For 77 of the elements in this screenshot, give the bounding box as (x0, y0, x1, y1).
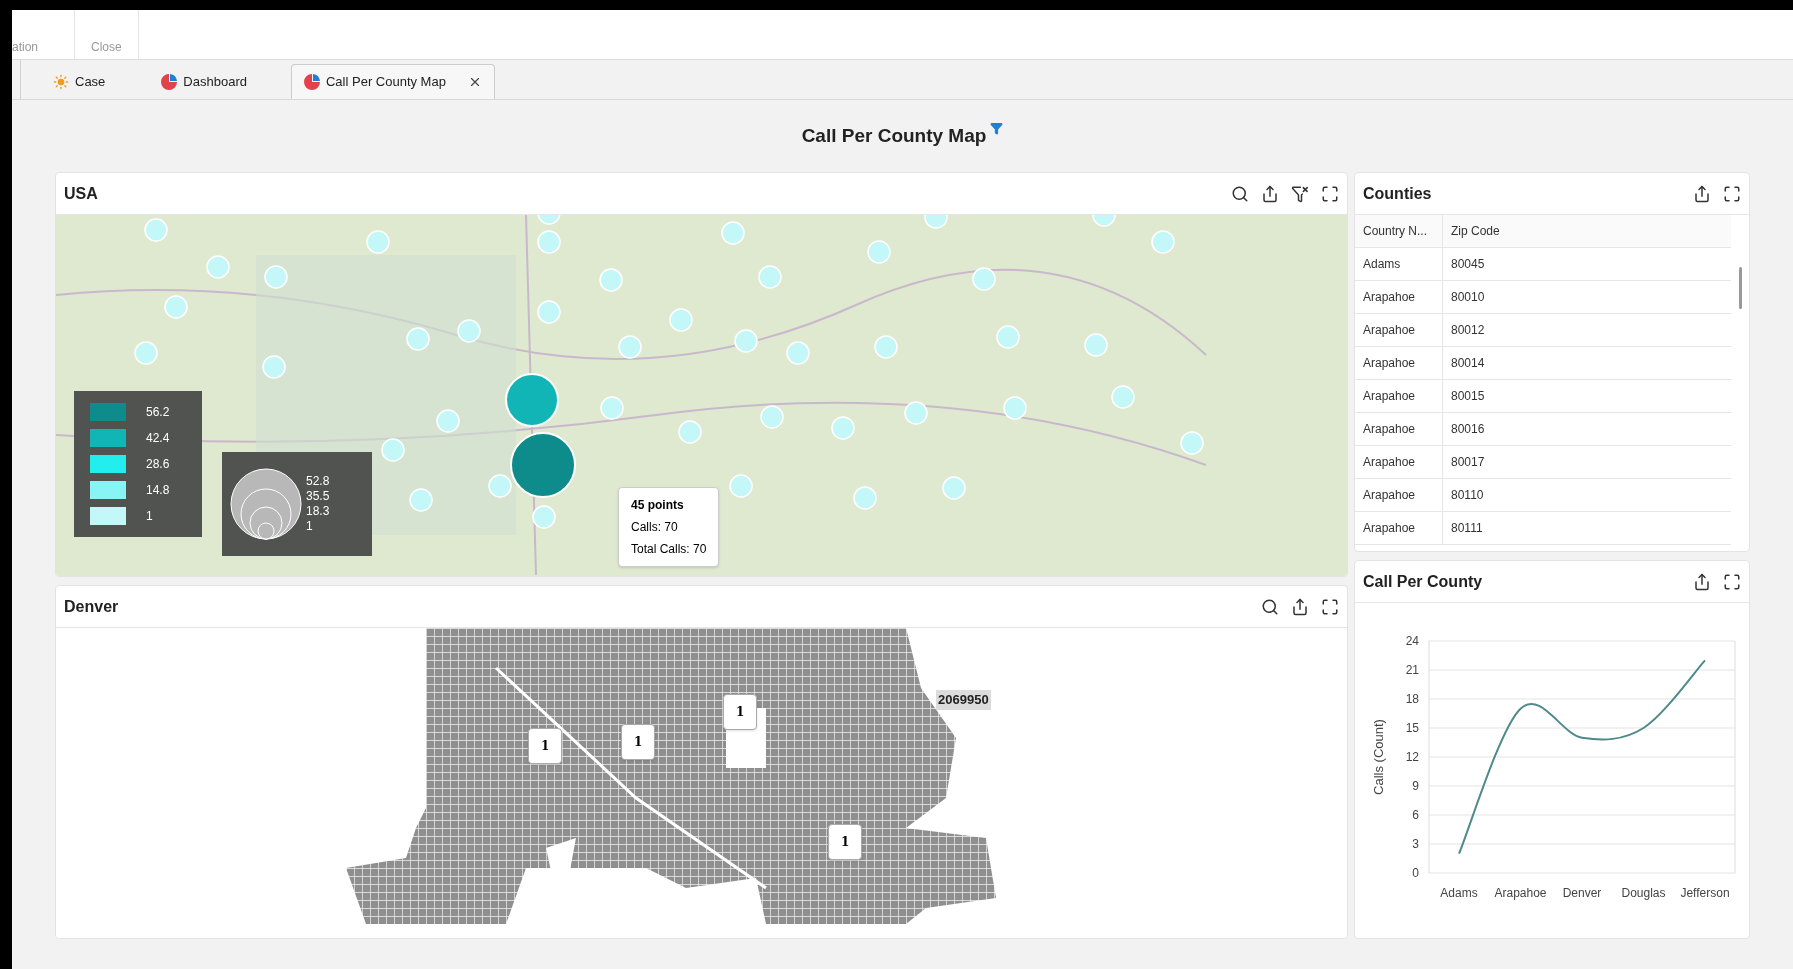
search-icon[interactable] (1231, 184, 1249, 203)
table-cell: Adams (1355, 248, 1443, 280)
tooltip-text: Calls: 70 (631, 519, 679, 536)
table-cell-text: 80015 (1450, 388, 1486, 405)
x-tick-label: Jefferson (1680, 885, 1730, 900)
panel-title: Denver (64, 596, 119, 617)
table-cell: Arapahoe (1355, 512, 1443, 544)
column-header[interactable]: Country N... (1355, 215, 1443, 247)
table-cell-text: 80010 (1450, 289, 1486, 306)
clear-filter-icon[interactable] (1291, 184, 1309, 203)
table-cell-text: 80017 (1450, 454, 1486, 471)
pie-chart-icon (303, 74, 320, 90)
panel-title: USA (64, 183, 98, 204)
legend-value: 14.8 (146, 482, 170, 499)
column-header[interactable]: Zip Code (1443, 215, 1731, 247)
bubble-legend-value: 52.8 (306, 474, 330, 489)
tab[interactable]: Call Per County Map (290, 64, 495, 99)
table-cell: Arapahoe (1355, 281, 1443, 313)
y-tick-label: 21 (1405, 662, 1419, 677)
export-icon[interactable] (1693, 572, 1711, 591)
bubble-legend-value: 18.3 (306, 504, 330, 519)
legend-value: 56.2 (146, 404, 170, 421)
table-cell-text: 80012 (1450, 322, 1486, 339)
table-cell: Arapahoe (1355, 413, 1443, 445)
bubble-legend-value: 35.5 (306, 489, 330, 504)
fullscreen-icon[interactable] (1321, 184, 1339, 203)
y-tick-label: 24 (1405, 633, 1419, 648)
fullscreen-icon[interactable] (1723, 184, 1741, 203)
legend-value: 1 (146, 508, 153, 525)
page-title: Call Per County Map (801, 123, 987, 148)
legend-value: 42.4 (146, 430, 170, 447)
nested-circles-icon (230, 468, 302, 540)
export-icon[interactable] (1261, 184, 1279, 203)
panel-title: Counties (1363, 183, 1432, 204)
export-icon[interactable] (1693, 184, 1711, 203)
x-tick-label: Arapahoe (1494, 885, 1547, 900)
tab[interactable]: Case (41, 64, 118, 99)
search-icon[interactable] (1261, 597, 1279, 616)
x-tick-label: Douglas (1621, 885, 1666, 900)
x-tick-label: Denver (1562, 885, 1602, 900)
y-tick-label: 0 (1412, 865, 1419, 880)
map-value-label: 2069950 (936, 690, 991, 710)
y-tick-label: 18 (1405, 691, 1419, 706)
table-cell: Arapahoe (1355, 479, 1443, 511)
table-cell: Arapahoe (1355, 380, 1443, 412)
y-tick-label: 9 (1412, 778, 1419, 793)
legend-value: 28.6 (146, 456, 170, 473)
map-marker-label: 1 (723, 694, 758, 730)
table-cell-text: 80016 (1450, 421, 1486, 438)
map-marker-label: 1 (528, 728, 563, 764)
scrollbar-thumb[interactable] (1738, 267, 1742, 309)
sun-icon (53, 73, 69, 90)
map-marker-label: 1 (621, 724, 656, 760)
table-cell: Arapahoe (1355, 314, 1443, 346)
table-cell-text: 80014 (1450, 355, 1486, 372)
table-cell: Arapahoe (1355, 347, 1443, 379)
x-tick-label: Adams (1440, 885, 1478, 900)
tab[interactable]: Dashboard (149, 64, 259, 99)
tooltip-title: 45 points (631, 497, 685, 514)
y-tick-label: 3 (1412, 836, 1419, 851)
fullscreen-icon[interactable] (1321, 597, 1339, 616)
export-icon[interactable] (1291, 597, 1309, 616)
y-tick-label: 12 (1405, 749, 1419, 764)
table-cell-text: 80111 (1450, 520, 1484, 537)
fullscreen-icon[interactable] (1723, 572, 1741, 591)
y-axis-title: Calls (Count) (1371, 718, 1386, 795)
y-tick-label: 15 (1405, 720, 1419, 735)
table-cell-text: 80110 (1450, 487, 1485, 504)
y-tick-label: 6 (1412, 807, 1419, 822)
map-marker-label: 1 (828, 824, 863, 860)
filter-icon[interactable] (990, 122, 1004, 135)
pie-chart-icon (161, 73, 178, 90)
panel-title: Call Per County (1363, 571, 1483, 592)
tooltip-text: Total Calls: 70 (631, 541, 707, 558)
table-cell-text: 80045 (1450, 256, 1486, 273)
bubble-legend-value: 1 (306, 519, 314, 534)
table-cell: Arapahoe (1355, 446, 1443, 478)
